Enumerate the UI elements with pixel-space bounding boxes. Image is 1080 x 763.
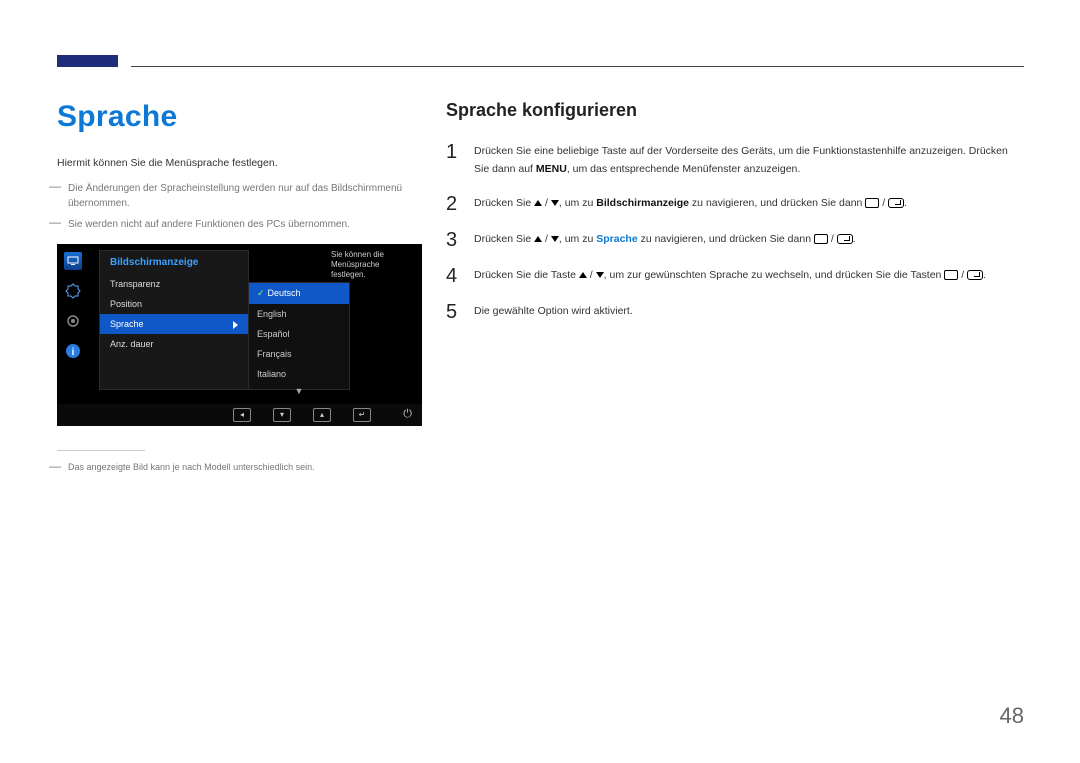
osd-option: Français — [249, 344, 349, 364]
down-arrow-icon — [596, 272, 604, 278]
osd-screenshot: i Bildschirmanzeige Transparenz Position… — [57, 244, 422, 426]
step-text: Die gewählte Option wird aktiviert. — [474, 301, 633, 321]
menu-keyword: MENU — [536, 163, 567, 175]
step-2: 2 Drücken Sie / , um zu Bildschirmanzeig… — [446, 193, 1021, 215]
osd-footer: ◂ ▾ ▴ ↵ ⏻ — [57, 404, 422, 426]
nav-up-icon: ▴ — [313, 408, 331, 422]
text-run: , um zu — [559, 197, 596, 209]
button-enter-icon — [837, 234, 853, 244]
text-run: Drücken Sie — [474, 233, 534, 245]
text-run: , um zur gewünschten Sprache zu wechseln… — [604, 269, 945, 281]
enter-icon: ↵ — [353, 408, 371, 422]
step-number: 2 — [446, 193, 474, 215]
header-rule — [131, 66, 1024, 67]
button-enter-icon — [967, 270, 983, 280]
target-keyword: Bildschirmanzeige — [596, 197, 689, 209]
button-enter-icon — [888, 198, 904, 208]
step-text: Drücken Sie eine beliebige Taste auf der… — [474, 141, 1021, 179]
page-number: 48 — [1000, 703, 1024, 729]
nav-down-icon: ▾ — [273, 408, 291, 422]
button-rect-icon — [944, 270, 958, 280]
button-rect-icon — [865, 198, 879, 208]
osd-option-label: Deutsch — [268, 288, 301, 298]
text-run: . — [904, 197, 907, 209]
button-rect-icon — [814, 234, 828, 244]
step-5: 5 Die gewählte Option wird aktiviert. — [446, 301, 1021, 323]
osd-option: English — [249, 304, 349, 324]
step-3: 3 Drücken Sie / , um zu Sprache zu navig… — [446, 229, 1021, 251]
osd-item: Anz. dauer — [100, 334, 248, 354]
text-run: zu navigieren, und drücken Sie dann — [638, 233, 814, 245]
monitor-icon — [64, 252, 82, 270]
osd-option: Español — [249, 324, 349, 344]
text-run: , um das entsprechende Menüfenster anzuz… — [567, 163, 800, 175]
note-2: Sie werden nicht auf andere Funktionen d… — [57, 217, 422, 232]
down-arrow-icon — [551, 200, 559, 206]
settings-icon — [64, 282, 82, 300]
step-text: Drücken Sie die Taste / , um zur gewünsc… — [474, 265, 986, 285]
subsection-title: Sprache konfigurieren — [446, 100, 1021, 121]
step-number: 5 — [446, 301, 474, 323]
text-run: zu navigieren, und drücken Sie dann — [689, 197, 865, 209]
up-arrow-icon — [579, 272, 587, 278]
left-column: Sprache Hiermit können Sie die Menüsprac… — [57, 100, 422, 480]
osd-help-text: Sie können die Menüsprache festlegen. — [331, 250, 416, 281]
text-run: Drücken Sie — [474, 197, 534, 209]
step-4: 4 Drücken Sie die Taste / , um zur gewün… — [446, 265, 1021, 287]
target-keyword: Sprache — [596, 233, 637, 245]
text-run: , um zu — [559, 233, 596, 245]
more-below-icon: ▼ — [249, 384, 349, 396]
osd-menu-title: Bildschirmanzeige — [100, 251, 248, 274]
footnote: Das angezeigte Bild kann je nach Modell … — [57, 461, 422, 475]
step-1: 1 Drücken Sie eine beliebige Taste auf d… — [446, 141, 1021, 179]
osd-item: Transparenz — [100, 274, 248, 294]
osd-submenu: ✓Deutsch English Español Français Italia… — [248, 282, 350, 390]
step-text: Drücken Sie / , um zu Bildschirmanzeige … — [474, 193, 907, 213]
svg-text:i: i — [72, 347, 75, 358]
note-1: Die Änderungen der Spracheinstellung wer… — [57, 181, 422, 211]
osd-item-selected: Sprache — [100, 314, 248, 334]
up-arrow-icon — [534, 236, 542, 242]
down-arrow-icon — [551, 236, 559, 242]
right-column: Sprache konfigurieren 1 Drücken Sie eine… — [446, 100, 1021, 337]
step-number: 4 — [446, 265, 474, 287]
step-text: Drücken Sie / , um zu Sprache zu navigie… — [474, 229, 856, 249]
step-number: 1 — [446, 141, 474, 163]
section-title: Sprache — [57, 100, 422, 134]
osd-option-selected: ✓Deutsch — [249, 283, 349, 304]
info-icon: i — [64, 342, 82, 360]
intro-text: Hiermit können Sie die Menüsprache festl… — [57, 156, 422, 171]
nav-left-icon: ◂ — [233, 408, 251, 422]
text-run: . — [853, 233, 856, 245]
footnote-divider — [57, 450, 145, 451]
text-run: . — [983, 269, 986, 281]
up-arrow-icon — [534, 200, 542, 206]
section-accent — [57, 55, 118, 67]
power-icon: ⏻ — [403, 408, 412, 421]
osd-item: Position — [100, 294, 248, 314]
text-run: Drücken Sie die Taste — [474, 269, 579, 281]
step-number: 3 — [446, 229, 474, 251]
osd-main-panel: Bildschirmanzeige Transparenz Position S… — [99, 250, 249, 390]
gear-icon — [64, 312, 82, 330]
osd-option: Italiano — [249, 364, 349, 384]
